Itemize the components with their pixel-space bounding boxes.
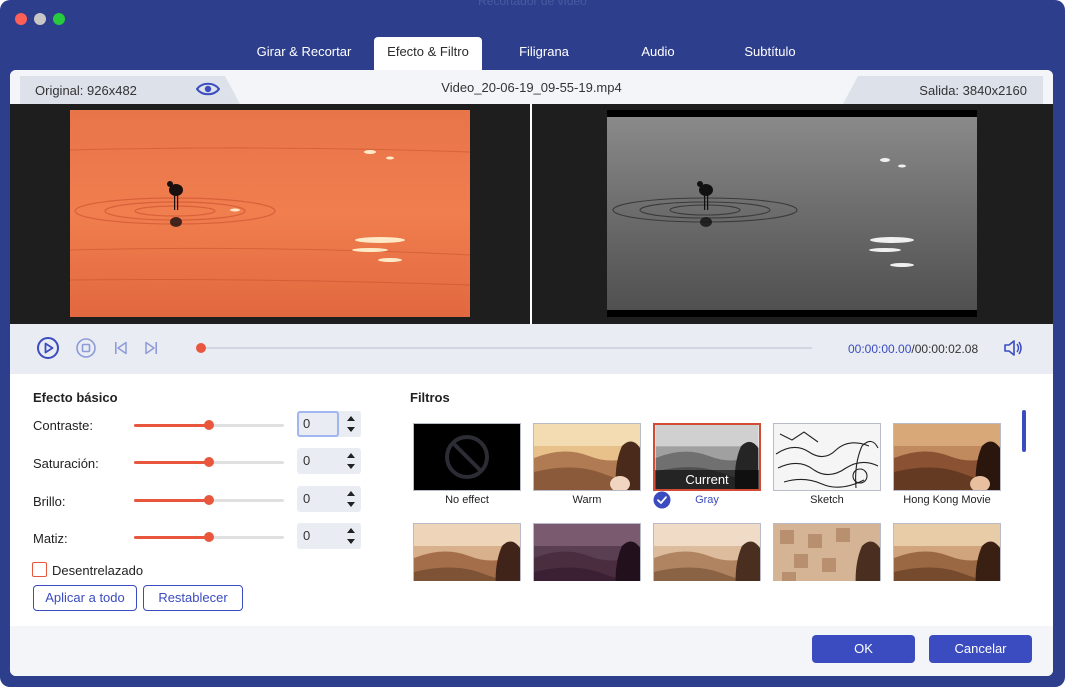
- output-video-frame: [607, 110, 977, 317]
- filters-title: Filtros: [410, 390, 450, 405]
- no-effect-icon: [445, 435, 489, 479]
- saturation-value[interactable]: 0: [303, 453, 310, 468]
- contrast-label: Contraste:: [33, 418, 93, 433]
- filter-name: Warm: [572, 494, 602, 506]
- cancel-button[interactable]: Cancelar: [929, 635, 1032, 663]
- filter-thumbnail[interactable]: [533, 423, 641, 491]
- filter-thumbnail[interactable]: [893, 423, 1001, 491]
- previous-frame-icon[interactable]: [113, 340, 129, 356]
- filter-scrollbar[interactable]: [1022, 410, 1026, 452]
- progress-track[interactable]: [200, 347, 812, 349]
- hue-value[interactable]: 0: [303, 528, 310, 543]
- saturation-label: Saturación:: [33, 456, 99, 471]
- stop-icon[interactable]: [76, 338, 96, 358]
- content-panel: Original: 926x482 Video_20-06-19_09-55-1…: [10, 70, 1053, 676]
- filter-name: Sketch: [810, 494, 844, 506]
- tab-watermark[interactable]: Filigrana: [508, 37, 580, 71]
- filter-thumbnail[interactable]: [773, 523, 881, 581]
- filter-name: Hong Kong Movie: [903, 494, 991, 506]
- minimize-window-button[interactable]: [34, 13, 46, 25]
- filter-thumbnail[interactable]: [533, 523, 641, 581]
- contrast-value[interactable]: 0: [303, 416, 310, 431]
- playback-controls: 00:00:00.00/00:00:02.08: [10, 324, 1053, 374]
- total-time: /00:00:02.08: [911, 342, 979, 356]
- volume-icon[interactable]: [1003, 339, 1023, 357]
- stepper-arrows-icon[interactable]: [345, 451, 357, 471]
- deinterlace-checkbox[interactable]: [32, 562, 47, 577]
- zoom-window-button[interactable]: [53, 13, 65, 25]
- stepper-arrows-icon[interactable]: [345, 414, 357, 434]
- brightness-slider[interactable]: [134, 495, 284, 505]
- tab-bar: Girar & Recortar Efecto & Filtro Filigra…: [0, 37, 1065, 71]
- filter-thumbnail[interactable]: [413, 523, 521, 581]
- filter-thumbnail[interactable]: [773, 423, 881, 491]
- tab-subtitle[interactable]: Subtítulo: [730, 37, 810, 71]
- brightness-stepper[interactable]: 0: [297, 486, 361, 512]
- filter-name: Gray: [695, 494, 719, 506]
- tab-rotate-crop[interactable]: Girar & Recortar: [254, 37, 354, 71]
- basic-effect-title: Efecto básico: [33, 390, 118, 405]
- brightness-value[interactable]: 0: [303, 491, 310, 506]
- hue-stepper[interactable]: 0: [297, 523, 361, 549]
- brightness-label: Brillo:: [33, 494, 66, 509]
- hue-slider[interactable]: [134, 532, 284, 542]
- deinterlace-label: Desentrelazado: [52, 563, 144, 578]
- current-filter-tag: Current: [655, 470, 759, 489]
- next-frame-icon[interactable]: [143, 340, 159, 356]
- time-display: 00:00:00.00/00:00:02.08: [848, 342, 978, 356]
- filter-name: No effect: [445, 494, 489, 506]
- tab-effect-filter[interactable]: Efecto & Filtro: [374, 37, 482, 71]
- saturation-slider[interactable]: [134, 457, 284, 467]
- dialog-footer: OK Cancelar: [10, 626, 1053, 676]
- tab-audio[interactable]: Audio: [628, 37, 688, 71]
- filter-thumbnail[interactable]: [653, 523, 761, 581]
- output-resolution: Salida: 3840x2160: [919, 83, 1027, 98]
- apply-all-button[interactable]: Aplicar a todo: [33, 585, 137, 611]
- preview-area: [10, 104, 1053, 324]
- original-video-frame: [70, 110, 470, 317]
- reset-button[interactable]: Restablecer: [143, 585, 243, 611]
- contrast-slider[interactable]: [134, 420, 284, 430]
- filter-grid: No effect Warm Current Gray Sketch Hong …: [410, 419, 1010, 581]
- play-icon[interactable]: [37, 337, 59, 359]
- info-bar: Original: 926x482 Video_20-06-19_09-55-1…: [10, 70, 1053, 104]
- stepper-arrows-icon[interactable]: [345, 489, 357, 509]
- ok-button[interactable]: OK: [812, 635, 915, 663]
- editor-window: Recortador de vídeo Girar & Recortar Efe…: [0, 0, 1065, 687]
- file-name: Video_20-06-19_09-55-19.mp4: [441, 80, 622, 95]
- hue-label: Matiz:: [33, 531, 68, 546]
- current-time: 00:00:00.00: [848, 342, 912, 356]
- window-title: Recortador de vídeo: [478, 0, 587, 8]
- effect-filter-area: Efecto básico Contraste: 0 Saturación: 0…: [10, 374, 1053, 626]
- saturation-stepper[interactable]: 0: [297, 448, 361, 474]
- filter-thumbnail[interactable]: Current: [653, 423, 761, 491]
- filter-thumbnail[interactable]: [893, 523, 1001, 581]
- close-window-button[interactable]: [15, 13, 27, 25]
- progress-knob[interactable]: [196, 343, 206, 353]
- contrast-stepper[interactable]: 0: [297, 411, 361, 437]
- stepper-arrows-icon[interactable]: [345, 526, 357, 546]
- preview-divider: [530, 104, 532, 324]
- filter-thumbnail[interactable]: [413, 423, 521, 491]
